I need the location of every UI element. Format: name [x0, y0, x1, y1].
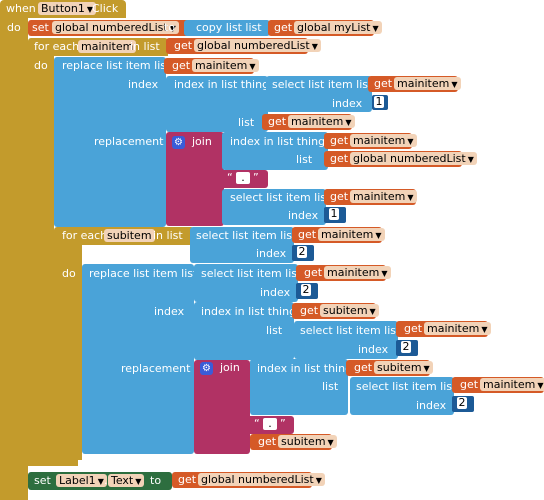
replace-label: replace list item list: [62, 59, 171, 72]
subitem-var[interactable]: subitem: [104, 229, 155, 242]
mainitem-dropdown[interactable]: mainitem ▼: [192, 59, 259, 72]
in-list-label: in list: [153, 229, 183, 242]
numbered-dropdown[interactable]: global numberedList ▼: [194, 39, 321, 52]
property-dropdown[interactable]: Text ▼: [108, 474, 145, 487]
get-label: get: [172, 59, 191, 72]
join-label: join: [192, 135, 212, 148]
index-label: index: [332, 97, 363, 110]
get-label: get: [178, 473, 197, 486]
index-in-list-label: index in list thing: [201, 305, 297, 318]
to-label: to: [150, 474, 162, 487]
gear-icon[interactable]: ⚙: [200, 362, 213, 375]
number-1[interactable]: 1: [324, 207, 346, 223]
index-label: index: [256, 247, 287, 260]
list-label: list: [238, 116, 255, 129]
number-2[interactable]: 2: [396, 340, 418, 356]
replace-label: replace list item list: [89, 267, 198, 280]
list-label: list: [296, 153, 313, 166]
set-var-dropdown[interactable]: global numberedList ▼: [52, 21, 179, 34]
list-label: list: [322, 380, 339, 393]
get-label: get: [258, 435, 277, 448]
numbered-dropdown[interactable]: global numberedList ▼: [350, 152, 477, 165]
get-label: get: [300, 304, 319, 317]
number-2[interactable]: 2: [292, 245, 314, 261]
mylist-dropdown[interactable]: global myList ▼: [294, 21, 382, 34]
get-label: get: [304, 266, 323, 279]
in-list-label: in list: [130, 40, 160, 53]
event-spine: [0, 18, 28, 500]
mainitem-dropdown[interactable]: mainitem ▼: [350, 190, 417, 203]
component-dropdown[interactable]: Button1 ▼: [38, 2, 97, 15]
select-list-item-label: select list item list: [272, 78, 373, 91]
number-1[interactable]: 1: [372, 95, 388, 110]
dot-string[interactable]: .: [236, 172, 250, 184]
dot-string[interactable]: .: [263, 418, 277, 430]
for-each-label: for each: [34, 40, 80, 53]
component-dropdown[interactable]: Label1 ▼: [56, 474, 107, 487]
subitem-dropdown[interactable]: subitem ▼: [320, 304, 379, 317]
replacement-label: replacement: [94, 135, 164, 148]
get-label: get: [404, 322, 423, 335]
number-2[interactable]: 2: [452, 396, 474, 412]
index-in-list-label: index in list thing: [230, 135, 326, 148]
subitem-dropdown[interactable]: subitem ▼: [374, 361, 433, 374]
gear-icon[interactable]: ⚙: [172, 136, 185, 149]
index-label: index: [416, 399, 447, 412]
list-label: list: [266, 324, 283, 337]
mainitem-dropdown[interactable]: mainitem ▼: [480, 378, 544, 391]
quote-close: ”: [280, 417, 286, 430]
get-label: get: [274, 21, 293, 34]
replace-item-sub-block[interactable]: [82, 264, 194, 454]
number-2[interactable]: 2: [296, 283, 318, 299]
for-each-main-spine: [28, 56, 54, 464]
mainitem-dropdown[interactable]: mainitem ▼: [318, 228, 385, 241]
event-name: Click: [92, 2, 119, 15]
to-label: to: [164, 21, 176, 34]
for-each-do-label: do: [62, 267, 76, 280]
index-label: index: [128, 78, 159, 91]
get-label: get: [174, 39, 193, 52]
quote-close: ”: [253, 171, 259, 184]
quote-open: “: [254, 417, 260, 430]
replacement-label: replacement: [121, 362, 191, 375]
mainitem-dropdown[interactable]: mainitem ▼: [288, 115, 355, 128]
mainitem-var[interactable]: mainitem: [78, 40, 137, 53]
dot-sep: .: [104, 474, 108, 487]
get-label: get: [460, 378, 479, 391]
quote-open: “: [227, 171, 233, 184]
for-each-label: for each: [62, 229, 108, 242]
get-label: get: [374, 77, 393, 90]
select-list-item-label: select list item list: [230, 191, 331, 204]
index-in-list-label: index in list thing: [174, 78, 270, 91]
get-label: get: [330, 190, 349, 203]
mainitem-dropdown[interactable]: mainitem ▼: [350, 134, 417, 147]
get-label: get: [268, 115, 287, 128]
index-label: index: [154, 305, 185, 318]
select-list-item-label: select list item list: [201, 267, 302, 280]
select-list-item-label: select list item list: [196, 229, 297, 242]
select-list-item-label: select list item list: [300, 324, 401, 337]
when-label: when: [6, 2, 36, 15]
get-label: get: [354, 361, 373, 374]
set-label: set: [32, 21, 49, 34]
numbered-dropdown[interactable]: global numberedList ▼: [198, 473, 325, 486]
get-label: get: [330, 152, 349, 165]
index-label: index: [260, 286, 291, 299]
get-label: get: [298, 228, 317, 241]
index-label: index: [288, 209, 319, 222]
set-label: set: [34, 474, 51, 487]
copy-list-label: copy list list: [196, 21, 262, 34]
mainitem-dropdown[interactable]: mainitem ▼: [324, 266, 391, 279]
join-label: join: [220, 361, 240, 374]
subitem-dropdown[interactable]: subitem ▼: [278, 435, 337, 448]
get-label: get: [330, 134, 349, 147]
do-label: do: [7, 21, 21, 34]
for-each-do-label: do: [34, 59, 48, 72]
index-in-list-label: index in list thing: [257, 362, 353, 375]
select-list-item-label: select list item list: [356, 380, 457, 393]
index-label: index: [358, 343, 389, 356]
mainitem-dropdown[interactable]: mainitem ▼: [394, 77, 461, 90]
mainitem-dropdown[interactable]: mainitem ▼: [424, 322, 491, 335]
